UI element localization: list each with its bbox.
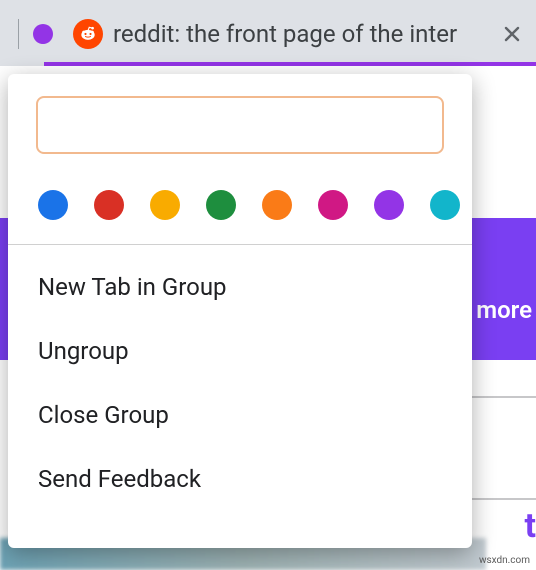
watermark: wsxdn.com [479, 555, 530, 566]
browser-tab[interactable]: reddit: the front page of the inter [67, 9, 536, 59]
color-picker-row [36, 190, 444, 220]
tab-divider [18, 19, 19, 49]
group-name-input[interactable] [36, 96, 444, 154]
tab-close-button[interactable] [500, 22, 524, 46]
page-more-label: more [476, 296, 532, 324]
menu-item-ungroup[interactable]: Ungroup [8, 319, 472, 383]
color-option-purple[interactable] [374, 190, 404, 220]
menu-item-new-tab-in-group[interactable]: New Tab in Group [8, 255, 472, 319]
tab-group-indicator[interactable] [33, 24, 53, 44]
menu-header-section [8, 74, 472, 240]
color-option-yellow[interactable] [150, 190, 180, 220]
page-corner-letter: t [524, 506, 536, 546]
color-option-cyan[interactable] [430, 190, 460, 220]
page-divider [470, 498, 536, 500]
color-option-green[interactable] [206, 190, 236, 220]
menu-items: New Tab in Group Ungroup Close Group Sen… [8, 245, 472, 521]
page-divider [470, 396, 536, 398]
reddit-favicon-icon [73, 19, 103, 49]
tab-group-context-menu: New Tab in Group Ungroup Close Group Sen… [8, 74, 472, 548]
menu-item-send-feedback[interactable]: Send Feedback [8, 447, 472, 511]
tab-title: reddit: the front page of the inter [113, 20, 494, 48]
color-option-blue[interactable] [38, 190, 68, 220]
color-option-pink[interactable] [318, 190, 348, 220]
color-option-red[interactable] [94, 190, 124, 220]
menu-item-close-group[interactable]: Close Group [8, 383, 472, 447]
color-option-orange[interactable] [262, 190, 292, 220]
tab-strip: reddit: the front page of the inter [0, 0, 536, 62]
close-icon [503, 25, 521, 43]
